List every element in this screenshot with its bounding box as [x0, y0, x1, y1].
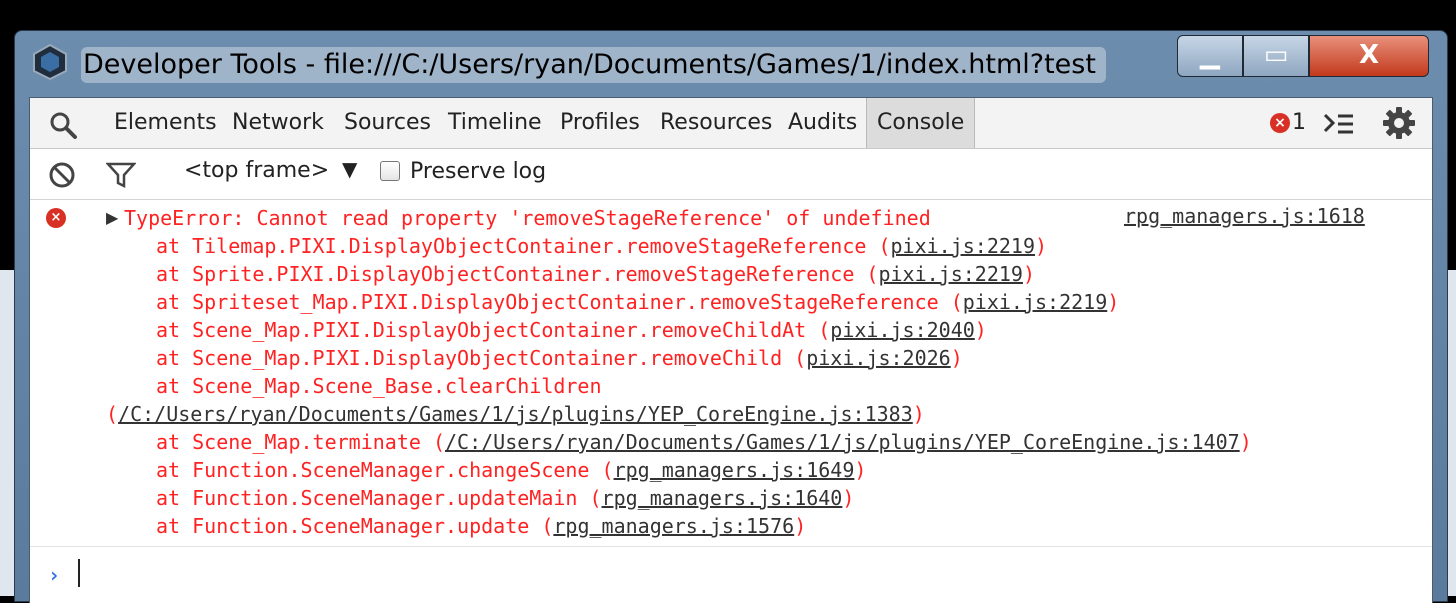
- search-icon[interactable]: [48, 110, 78, 140]
- stack-frame-close: ): [794, 514, 807, 538]
- stack-frame-text: at Function.SceneManager.changeScene (: [156, 458, 614, 482]
- stack-frame-close: ): [950, 346, 963, 370]
- stack-frame: (/C:/Users/ryan/Documents/Games/1/js/plu…: [106, 400, 925, 428]
- error-message: TypeError: Cannot read property 'removeS…: [124, 206, 931, 230]
- stack-frame-text: at Function.SceneManager.updateMain (: [156, 486, 602, 510]
- console-prompt[interactable]: ›: [30, 546, 1432, 603]
- stack-frame: at Function.SceneManager.update (rpg_man…: [156, 512, 806, 540]
- stack-frame: at Scene_Map.PIXI.DisplayObjectContainer…: [156, 344, 963, 372]
- stack-frame-text: at Sprite.PIXI.DisplayObjectContainer.re…: [156, 262, 879, 286]
- stack-frame-text: at Scene_Map.Scene_Base.clearChildren: [156, 374, 602, 398]
- stack-frame-text: at Scene_Map.terminate (: [156, 430, 445, 454]
- disclosure-triangle-icon[interactable]: ▶: [106, 208, 118, 227]
- tab-elements[interactable]: Elements: [114, 98, 217, 148]
- tab-audits[interactable]: Audits: [788, 98, 857, 148]
- window-title: Developer Tools - file:///C:/Users/ryan/…: [81, 47, 1106, 83]
- stack-frame-link[interactable]: rpg_managers.js:1640: [602, 486, 843, 510]
- close-button[interactable]: X: [1309, 35, 1429, 77]
- stack-frame-link[interactable]: pixi.js:2219: [878, 262, 1023, 286]
- stack-frame: at Tilemap.PIXI.DisplayObjectContainer.r…: [156, 232, 1047, 260]
- preserve-log-label: Preserve log: [410, 159, 547, 184]
- tab-profiles[interactable]: Profiles: [560, 98, 640, 148]
- stack-frame-close: ): [974, 318, 987, 342]
- clear-console-icon[interactable]: [48, 161, 76, 189]
- stack-frame: at Sprite.PIXI.DisplayObjectContainer.re…: [156, 260, 1035, 288]
- stack-frame: at Scene_Map.Scene_Base.clearChildren: [156, 372, 602, 400]
- error-icon: ×: [46, 208, 66, 228]
- stack-frame: at Function.SceneManager.updateMain (rpg…: [156, 484, 854, 512]
- preserve-log-checkbox[interactable]: [380, 161, 400, 181]
- stack-frame-link[interactable]: pixi.js:2026: [806, 346, 951, 370]
- stack-frame-link[interactable]: pixi.js:2040: [830, 318, 975, 342]
- stack-frame-link[interactable]: pixi.js:2219: [891, 234, 1036, 258]
- stack-frame-text: at Scene_Map.PIXI.DisplayObjectContainer…: [156, 346, 807, 370]
- stack-frame-text: (: [106, 402, 119, 426]
- stack-frame-link[interactable]: rpg_managers.js:1576: [553, 514, 794, 538]
- console-output: × ▶ TypeError: Cannot read property 'rem…: [30, 200, 1432, 546]
- stack-frame-text: at Spriteset_Map.PIXI.DisplayObjectConta…: [156, 290, 963, 314]
- stack-frame-text: at Tilemap.PIXI.DisplayObjectContainer.r…: [156, 234, 891, 258]
- chevron-down-icon[interactable]: ▼: [342, 157, 357, 181]
- tab-timeline[interactable]: Timeline: [448, 98, 542, 148]
- maximize-button[interactable]: ▭: [1243, 35, 1309, 77]
- error-source-link[interactable]: rpg_managers.js:1618: [1124, 204, 1365, 228]
- window-controls: ▁ ▭ X: [1177, 35, 1433, 77]
- devtools-toolbar: Elements Network Sources Timeline Profil…: [30, 98, 1432, 149]
- tab-resources[interactable]: Resources: [660, 98, 772, 148]
- error-icon: ×: [1270, 113, 1290, 133]
- stack-frame-close: ): [854, 458, 867, 482]
- prompt-chevron-icon: ›: [48, 563, 61, 587]
- console-filter-bar: <top frame> ▼ Preserve log: [30, 149, 1432, 200]
- stack-frame: at Spriteset_Map.PIXI.DisplayObjectConta…: [156, 288, 1119, 316]
- filter-icon[interactable]: [106, 161, 136, 189]
- error-count: 1: [1292, 110, 1306, 135]
- error-count-badge[interactable]: × 1: [1270, 110, 1326, 136]
- console-input-cursor[interactable]: [78, 559, 80, 587]
- stack-frame-close: ): [912, 402, 925, 426]
- stack-frame-close: ): [1107, 290, 1120, 314]
- stack-frame-link[interactable]: rpg_managers.js:1649: [614, 458, 855, 482]
- devtools-app-icon: [33, 43, 67, 81]
- tab-network[interactable]: Network: [232, 98, 324, 148]
- devtools-window: Developer Tools - file:///C:/Users/ryan/…: [14, 30, 1448, 603]
- stack-frame-text: at Function.SceneManager.update (: [156, 514, 554, 538]
- stack-frame: at Scene_Map.terminate (/C:/Users/ryan/D…: [156, 428, 1252, 456]
- stack-frame: at Scene_Map.PIXI.DisplayObjectContainer…: [156, 316, 987, 344]
- gear-icon[interactable]: [1382, 106, 1416, 140]
- stack-frame-close: ): [1239, 430, 1252, 454]
- stack-frame-close: ): [1022, 262, 1036, 286]
- title-bar[interactable]: Developer Tools - file:///C:/Users/ryan/…: [15, 31, 1447, 97]
- stack-frame-link[interactable]: /C:/Users/ryan/Documents/Games/1/js/plug…: [118, 402, 913, 426]
- stack-frame-link[interactable]: pixi.js:2219: [963, 290, 1108, 314]
- stack-frame-close: ): [842, 486, 855, 510]
- stack-frame: at Function.SceneManager.changeScene (rp…: [156, 456, 866, 484]
- stack-frame-close: ): [1035, 234, 1048, 258]
- stack-frame-link[interactable]: /C:/Users/ryan/Documents/Games/1/js/plug…: [445, 430, 1240, 454]
- tab-sources[interactable]: Sources: [344, 98, 431, 148]
- minimize-button[interactable]: ▁: [1177, 35, 1243, 77]
- devtools-panel: Elements Network Sources Timeline Profil…: [29, 97, 1433, 603]
- frame-selector[interactable]: <top frame>: [184, 158, 329, 183]
- tab-console[interactable]: Console: [866, 98, 976, 148]
- console-drawer-icon[interactable]: [1322, 110, 1356, 138]
- stack-frame-text: at Scene_Map.PIXI.DisplayObjectContainer…: [156, 318, 831, 342]
